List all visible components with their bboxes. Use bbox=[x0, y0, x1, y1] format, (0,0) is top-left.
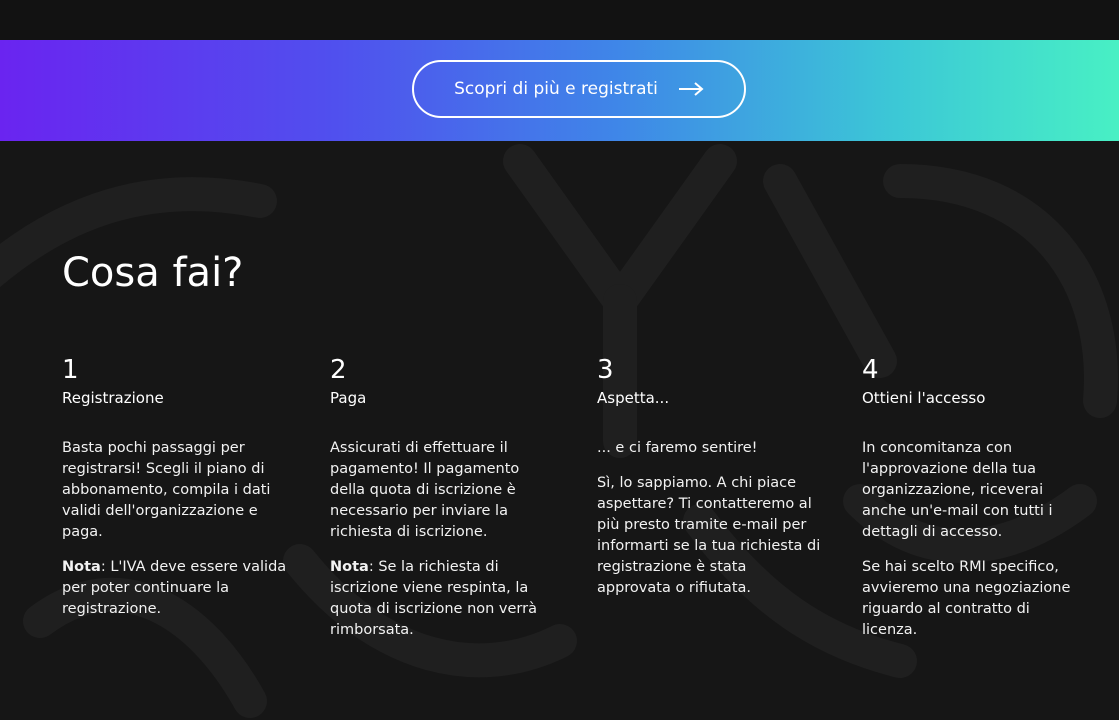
step-number: 4 bbox=[862, 355, 879, 385]
step-paragraph: Sì, lo sappiamo. A chi piace aspettare? … bbox=[597, 475, 821, 596]
page: Scopri di più e registrati Cosa fai? 1 R… bbox=[0, 0, 1119, 720]
top-strip bbox=[0, 0, 1119, 40]
step-number: 3 bbox=[597, 355, 614, 385]
step-title: Registrazione bbox=[62, 389, 164, 407]
arrow-right-icon bbox=[678, 82, 704, 96]
note-label: Nota bbox=[62, 559, 101, 575]
step-title: Aspetta... bbox=[597, 389, 670, 407]
step-4: 4 Ottieni l'accesso In concomitanza con … bbox=[862, 356, 1087, 655]
step-body: Basta pochi passaggi per registrarsi! Sc… bbox=[62, 438, 287, 620]
step-title: Ottieni l'accesso bbox=[862, 389, 986, 407]
step-paragraph: Basta pochi passaggi per registrarsi! Sc… bbox=[62, 440, 271, 540]
step-paragraph: Assicurati di effettuare il pagamento! I… bbox=[330, 440, 520, 540]
discover-and-register-button[interactable]: Scopri di più e registrati bbox=[412, 60, 746, 118]
step-paragraph: In concomitanza con l'approvazione della… bbox=[862, 440, 1053, 540]
step-paragraph: ... e ci faremo sentire! bbox=[597, 440, 758, 456]
step-number: 1 bbox=[62, 355, 79, 385]
step-1: 1 Registrazione Basta pochi passaggi per… bbox=[62, 356, 287, 634]
step-3: 3 Aspetta... ... e ci faremo sentire! Sì… bbox=[597, 356, 822, 613]
step-number: 2 bbox=[330, 355, 347, 385]
note-label: Nota bbox=[330, 559, 369, 575]
step-title: Paga bbox=[330, 389, 367, 407]
step-body: In concomitanza con l'approvazione della… bbox=[862, 438, 1087, 641]
section-title: Cosa fai? bbox=[62, 250, 244, 296]
step-body: ... e ci faremo sentire! Sì, lo sappiamo… bbox=[597, 438, 822, 599]
step-paragraph: Se hai scelto RMI specifico, avvieremo u… bbox=[862, 559, 1071, 638]
step-note: Nota: Se la richiesta di iscrizione vien… bbox=[330, 557, 555, 641]
step-note: Nota: L'IVA deve essere valida per poter… bbox=[62, 557, 287, 620]
step-2: 2 Paga Assicurati di effettuare il pagam… bbox=[330, 356, 555, 655]
cta-label: Scopri di più e registrati bbox=[454, 79, 658, 99]
step-body: Assicurati di effettuare il pagamento! I… bbox=[330, 438, 555, 641]
